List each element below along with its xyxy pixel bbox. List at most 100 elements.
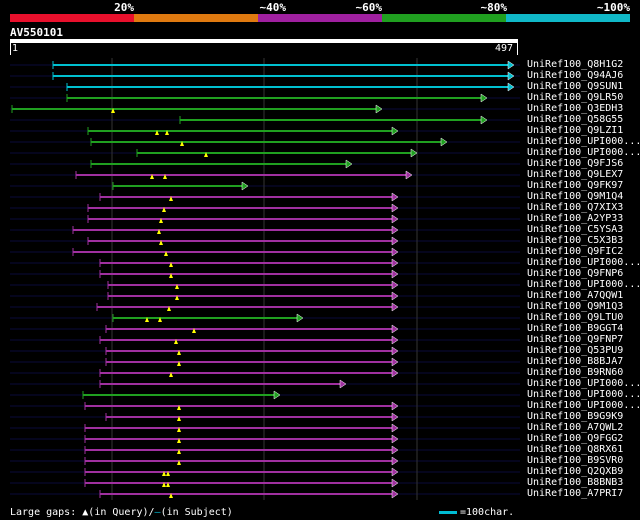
hit-arrow-icon — [391, 126, 399, 136]
hit-alignment[interactable] — [105, 412, 399, 422]
hit-alignment[interactable] — [99, 368, 399, 378]
hit-label[interactable]: UniRef100_Q9FIC2 — [527, 246, 623, 257]
hit-alignment[interactable] — [99, 192, 399, 202]
hit-arrow-icon — [391, 478, 399, 488]
hit-label[interactable]: UniRef100_Q9LTU0 — [527, 312, 623, 323]
hit-label[interactable]: UniRef100_C5X3B3 — [527, 235, 623, 246]
hit-arrow-icon — [480, 115, 488, 125]
hit-arrow-icon — [391, 423, 399, 433]
hit-label[interactable]: UniRef100_Q9FJS6 — [527, 158, 623, 169]
hit-label[interactable]: UniRef100_Q9M1Q4 — [527, 191, 623, 202]
hit-arrow-icon — [391, 357, 399, 367]
hit-label[interactable]: UniRef100_Q9LR50 — [527, 92, 623, 103]
hit-label[interactable]: UniRef100_Q7XIX3 — [527, 202, 623, 213]
hit-arrow-icon — [391, 335, 399, 345]
hit-alignment[interactable] — [87, 236, 399, 246]
hit-alignment[interactable] — [11, 104, 383, 114]
hit-alignment[interactable] — [179, 115, 488, 125]
hit-label[interactable]: UniRef100_B9RN60 — [527, 367, 623, 378]
hit-label[interactable]: UniRef100_Q58G55 — [527, 114, 623, 125]
hit-alignment[interactable] — [105, 357, 399, 367]
hit-label[interactable]: UniRef100_Q8RX61 — [527, 444, 623, 455]
hit-alignment[interactable] — [52, 71, 515, 81]
hit-label[interactable]: UniRef100_UPI000... — [527, 136, 640, 147]
hit-arrow-icon — [391, 434, 399, 444]
large-gaps-label: Large gaps: — [10, 507, 77, 518]
hit-label[interactable]: UniRef100_Q53PU9 — [527, 345, 623, 356]
hit-alignment[interactable] — [136, 148, 418, 158]
hit-label[interactable]: UniRef100_Q9FK97 — [527, 180, 623, 191]
hit-arrow-icon — [507, 71, 515, 81]
hit-alignment[interactable] — [84, 401, 399, 411]
hit-arrow-icon — [410, 148, 418, 158]
hit-arrow-icon — [391, 291, 399, 301]
hit-label[interactable]: UniRef100_Q94AJ6 — [527, 70, 623, 81]
hit-label[interactable]: UniRef100_UPI000... — [527, 257, 640, 268]
hit-label[interactable]: UniRef100_Q2QXB9 — [527, 466, 623, 477]
hit-label[interactable]: UniRef100_Q9LZI1 — [527, 125, 623, 136]
hit-label[interactable]: UniRef100_Q9SUN1 — [527, 81, 623, 92]
hit-label[interactable]: UniRef100_Q9M1Q3 — [527, 301, 623, 312]
in-query-label: (in Query)/ — [88, 507, 155, 518]
hit-alignment[interactable] — [99, 269, 399, 279]
hit-alignment[interactable] — [96, 302, 399, 312]
hit-label[interactable]: UniRef100_A7PRI7 — [527, 488, 623, 499]
hit-label[interactable]: UniRef100_Q3EDH3 — [527, 103, 623, 114]
hit-label[interactable]: UniRef100_A7QQW1 — [527, 290, 623, 301]
hit-alignment[interactable] — [66, 82, 515, 92]
hit-label[interactable]: UniRef100_A2YP33 — [527, 213, 623, 224]
hit-arrow-icon — [241, 181, 249, 191]
hit-label[interactable]: UniRef100_Q9FGG2 — [527, 433, 623, 444]
hit-label[interactable]: UniRef100_Q9LEX7 — [527, 169, 623, 180]
hit-alignment[interactable] — [84, 445, 399, 455]
hit-alignment[interactable] — [87, 126, 399, 136]
hit-alignment[interactable] — [52, 60, 515, 70]
hit-alignment[interactable] — [105, 346, 399, 356]
hit-arrow-icon — [391, 401, 399, 411]
hit-alignment[interactable] — [90, 137, 448, 147]
hit-label[interactable]: UniRef100_UPI000... — [527, 147, 640, 158]
hit-arrow-icon — [391, 412, 399, 422]
hit-label[interactable]: UniRef100_Q9FNP7 — [527, 334, 623, 345]
hit-label[interactable]: UniRef100_UPI000... — [527, 378, 640, 389]
hit-alignment[interactable] — [107, 291, 399, 301]
hit-label[interactable]: UniRef100_Q9FNP6 — [527, 268, 623, 279]
hit-alignment[interactable] — [72, 225, 399, 235]
hit-alignment[interactable] — [99, 489, 399, 499]
hit-arrow-icon — [391, 489, 399, 499]
hit-label[interactable]: UniRef100_Q8H1G2 — [527, 59, 623, 70]
hit-arrow-icon — [391, 269, 399, 279]
hit-label[interactable]: UniRef100_B9GGT4 — [527, 323, 623, 334]
hit-alignment[interactable] — [90, 159, 353, 169]
hit-alignment[interactable] — [105, 324, 399, 334]
hit-alignment[interactable] — [84, 456, 399, 466]
hit-alignment[interactable] — [99, 335, 399, 345]
hit-alignment[interactable] — [84, 423, 399, 433]
hit-label[interactable]: UniRef100_UPI000... — [527, 279, 640, 290]
hit-label[interactable]: UniRef100_UPI000... — [527, 400, 640, 411]
hit-alignment[interactable] — [75, 170, 413, 180]
hit-label[interactable]: UniRef100_C5YSA3 — [527, 224, 623, 235]
hit-alignment[interactable] — [87, 203, 399, 213]
hit-alignment[interactable] — [84, 467, 399, 477]
hit-label[interactable]: UniRef100_B9SVR0 — [527, 455, 623, 466]
scale-label: =100char. — [460, 507, 515, 518]
hit-alignment[interactable] — [84, 434, 399, 444]
hit-alignment[interactable] — [87, 214, 399, 224]
hit-label[interactable]: UniRef100_B8BJA7 — [527, 356, 623, 367]
hit-alignment[interactable] — [107, 280, 399, 290]
hit-alignment[interactable] — [84, 478, 399, 488]
hit-alignment[interactable] — [66, 93, 488, 103]
hit-alignment[interactable] — [99, 379, 347, 389]
hit-alignment[interactable] — [99, 258, 399, 268]
in-subject-label: (in Subject) — [160, 507, 233, 518]
hit-arrow-icon — [391, 214, 399, 224]
hit-label[interactable]: UniRef100_UPI000... — [527, 389, 640, 400]
hit-alignment[interactable] — [112, 181, 249, 191]
hit-label[interactable]: UniRef100_A7QWL2 — [527, 422, 623, 433]
hit-alignment[interactable] — [72, 247, 399, 257]
hit-label[interactable]: UniRef100_B8BNB3 — [527, 477, 623, 488]
hit-alignment[interactable] — [82, 390, 281, 400]
hit-label[interactable]: UniRef100_B9G9K9 — [527, 411, 623, 422]
hit-alignment[interactable] — [112, 313, 304, 323]
